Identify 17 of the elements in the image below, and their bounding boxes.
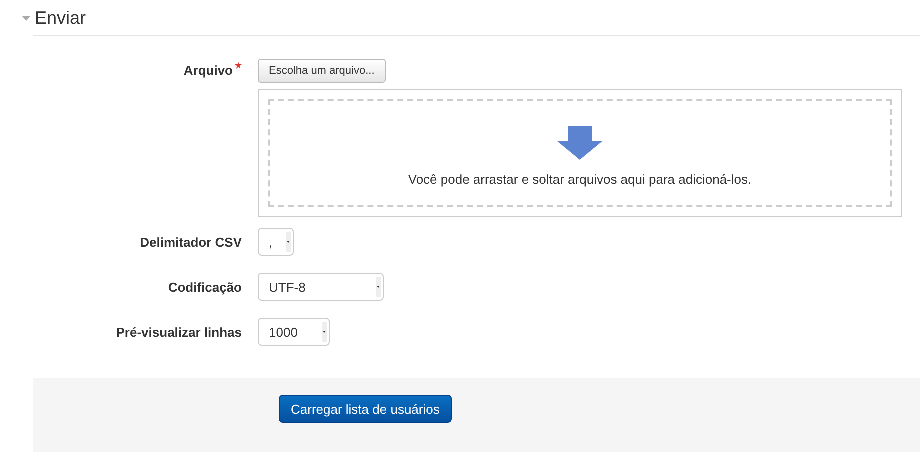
upload-button[interactable]: Carregar lista de usuários xyxy=(279,395,452,424)
choose-file-button[interactable]: Escolha um arquivo... xyxy=(258,59,386,84)
dropzone[interactable]: Você pode arrastar e soltar arquivos aqui para adicioná-los. xyxy=(258,89,902,218)
select-field[interactable]: 1000 xyxy=(258,318,330,346)
field-label: Arquivo xyxy=(184,62,233,80)
select-field[interactable]: , xyxy=(258,228,294,256)
dropzone-text: Você pode arrastar e soltar arquivos aqui para adicioná-los. xyxy=(408,170,752,189)
dropdown-icon xyxy=(286,232,291,252)
dropdown-icon xyxy=(376,277,381,298)
field-label: Codificação xyxy=(168,278,242,297)
field-label: Delimitador CSV xyxy=(140,234,242,252)
section-title[interactable]: Enviar xyxy=(35,4,86,32)
field-label: Pré-visualizar linhas xyxy=(116,324,242,342)
down-arrow-icon xyxy=(557,126,603,160)
dropdown-icon xyxy=(322,322,327,342)
select-field[interactable]: UTF-8 xyxy=(258,273,384,302)
collapse-icon[interactable] xyxy=(22,14,31,22)
